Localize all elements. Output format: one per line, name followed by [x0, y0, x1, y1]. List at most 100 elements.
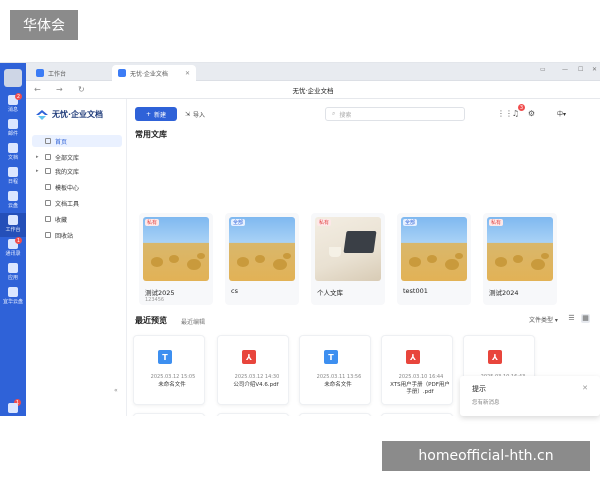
file-name: 公司介绍V4.6.pdf — [233, 382, 279, 388]
hay-bale — [531, 259, 545, 271]
rail-item-7[interactable]: 应用 — [0, 261, 26, 285]
tab-label: 工作台 — [48, 70, 67, 78]
hay-bale — [151, 257, 163, 267]
grid-view-icon[interactable]: ▦ — [581, 314, 590, 323]
new-button[interactable]: + 新建 — [135, 107, 177, 121]
avatar[interactable] — [4, 69, 22, 87]
sidebar-item-2[interactable]: ▸ 我的文库 — [32, 165, 122, 177]
hay-bale — [455, 253, 463, 260]
file-card[interactable]: ⅄ 2025.03.10 16:44 XTS用户手册（PDF用户手册）.pdf — [381, 335, 453, 405]
sidebar-item-6[interactable]: 回收站 — [32, 229, 122, 241]
hay-bale — [187, 259, 201, 271]
library-card[interactable]: 私有 个人文库 — [311, 213, 385, 305]
language-select[interactable]: 中▾ — [557, 109, 566, 118]
recent-edit-tab[interactable]: 最近编辑 — [181, 317, 205, 326]
file-card[interactable]: T 2025.03.12 15:05 未命名文件 — [133, 335, 205, 405]
library-tag: 全部 — [231, 219, 246, 226]
library-cover-image — [315, 217, 381, 281]
file-name: 未命名文件 — [158, 382, 186, 388]
tab-label: 无忧·企业文档 — [130, 70, 168, 78]
sidebar-item-label: 模板中心 — [55, 184, 80, 192]
tab-documents[interactable]: 无忧·企业文档 ✕ — [112, 65, 196, 81]
recent-title: 最近预览 — [135, 316, 167, 325]
file-date: 2025.03.12 14:30 — [234, 374, 280, 380]
library-name: cs — [231, 287, 238, 295]
rail-item-label: 宜华云盘 — [2, 299, 23, 305]
close-icon[interactable]: ✕ — [582, 384, 588, 392]
file-card[interactable]: T2025.03.07 17:38未命名文件 — [299, 413, 371, 416]
toast-body: 您有新消息 — [472, 400, 500, 406]
site-badge: 华体会 — [10, 10, 78, 40]
import-label: 导入 — [193, 111, 206, 119]
sidebar-item-label: 文档工具 — [55, 200, 80, 208]
file-card[interactable]: T 2025.03.11 13:56 未命名文件 — [299, 335, 371, 405]
chevron-right-icon[interactable]: ▸ — [36, 154, 41, 160]
library-tag: 全部 — [403, 219, 418, 226]
pdf-file-icon: ⅄ — [488, 350, 502, 364]
template-icon — [45, 184, 51, 190]
chevron-right-icon[interactable]: ▸ — [36, 168, 41, 174]
library-cover-image — [229, 217, 295, 281]
library-card[interactable]: 全部 test001 — [397, 213, 471, 305]
cloud-drive-icon — [8, 287, 18, 297]
sidebar-item-0[interactable]: 首页 — [32, 135, 122, 147]
sidebar-item-4[interactable]: 文档工具 — [32, 197, 122, 209]
notify-badge: 3 — [518, 104, 525, 111]
collapse-icon[interactable]: « — [114, 387, 118, 394]
library-name: 测试2024 — [489, 289, 519, 297]
page-title: 无忧·企业文档 — [292, 87, 334, 95]
sidebar-item-3[interactable]: 模板中心 — [32, 181, 122, 193]
file-card[interactable]: ⅄ 2025.03.12 14:30 公司介绍V4.6.pdf — [217, 335, 289, 405]
tool-icon — [45, 200, 51, 206]
rail-item-6[interactable]: 通讯录 1 — [0, 237, 26, 261]
search-icon: ⌕ — [332, 110, 336, 117]
rail-item-0[interactable]: 消息 2 — [0, 93, 26, 117]
file-card[interactable]: W2025.03.07 17:06新建文件.docx — [381, 413, 453, 416]
rail-item-2[interactable]: 文档 — [0, 141, 26, 165]
apps-grid-icon[interactable]: ⋮⋮ — [497, 109, 513, 118]
rail-item-4[interactable]: 云盘 — [0, 189, 26, 213]
list-view-icon[interactable]: ☰ — [567, 314, 576, 323]
close-icon[interactable]: ✕ — [185, 70, 190, 77]
rail-item-label: 消息 — [7, 107, 18, 113]
file-card[interactable]: T2025.03.10 15:37未命名文件 — [133, 413, 205, 416]
file-date: 2025.03.11 13:56 — [316, 374, 362, 380]
minimize-icon[interactable]: — — [562, 66, 568, 73]
rail-item-8[interactable]: 宜华云盘 — [0, 285, 26, 309]
library-card[interactable]: 私有 测试2024 — [483, 213, 557, 305]
gear-icon[interactable]: ⚙ — [527, 109, 536, 118]
rail-item-1[interactable]: 邮件 — [0, 117, 26, 141]
sidebar-item-1[interactable]: ▸ 全部文库 — [32, 151, 122, 163]
hay-bale — [495, 257, 507, 267]
library-name: 个人文库 — [317, 289, 343, 297]
doc-app-icon — [118, 69, 126, 77]
library-card[interactable]: 私有 测试2025 123456 — [139, 213, 213, 305]
pin-icon[interactable]: ▭ — [540, 66, 546, 73]
hay-bale — [237, 257, 249, 267]
maximize-icon[interactable]: ☐ — [578, 66, 583, 73]
laptop-shape — [343, 231, 377, 253]
library-cover-image — [487, 217, 553, 281]
sidebar-item-5[interactable]: 收藏 — [32, 213, 122, 225]
rail-item-3[interactable]: 日程 — [0, 165, 26, 189]
rail-item-label: 邮件 — [7, 131, 18, 137]
home-rail-icon[interactable] — [8, 403, 18, 413]
import-button[interactable]: ⇲ 导入 — [185, 107, 205, 121]
grid-icon — [8, 215, 18, 225]
file-type-filter[interactable]: 文件类型 ▾ — [529, 315, 558, 324]
window-close-icon[interactable]: ✕ — [592, 66, 597, 73]
rail-item-5[interactable]: 工作台 — [0, 213, 26, 237]
file-type-label: 文件类型 — [529, 317, 554, 324]
rail-item-badge: 2 — [15, 93, 22, 100]
search-input[interactable]: ⌕ 搜索 — [325, 107, 465, 121]
hay-bale — [273, 259, 287, 271]
workbench-icon — [36, 69, 44, 77]
tab-workbench[interactable]: 工作台 — [30, 65, 110, 81]
pdf-file-icon: ⅄ — [242, 350, 256, 364]
sidebar-item-label: 回收站 — [55, 232, 74, 240]
logo-text: 无忧·企业文档 — [52, 110, 104, 119]
rail-item-label: 应用 — [7, 275, 18, 281]
language-label: 中 — [557, 111, 564, 118]
library-card[interactable]: 全部 cs — [225, 213, 299, 305]
file-card[interactable]: ⅄2025.03.10 11:00数字化工厂应用与实践.pdf — [217, 413, 289, 416]
